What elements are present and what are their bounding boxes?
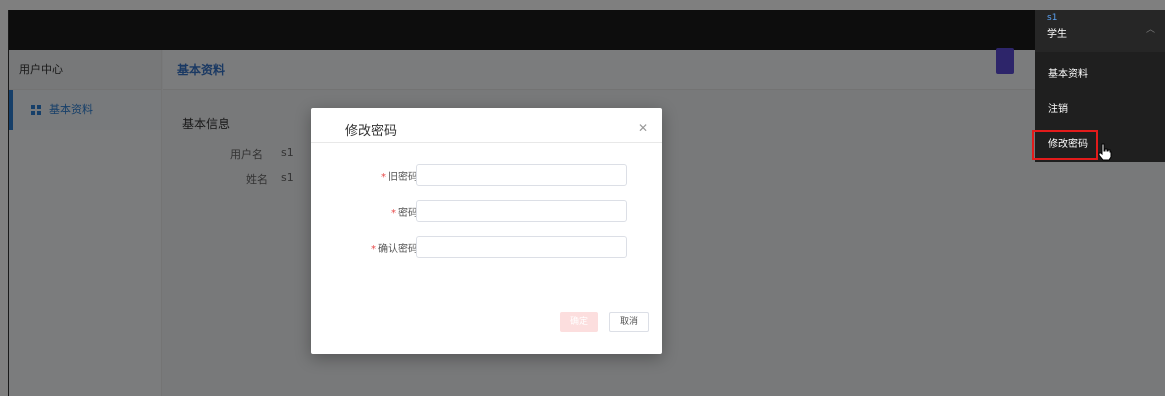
sidebar-item-label: 基本资料 bbox=[49, 103, 93, 116]
menu-item-change-password[interactable]: 修改密码 bbox=[1032, 130, 1098, 160]
old-password-field[interactable] bbox=[416, 164, 627, 186]
chevron-up-icon: ︿ bbox=[1145, 25, 1155, 35]
password-label: * 密码 bbox=[391, 208, 418, 219]
sidebar-heading: 用户中心 bbox=[9, 50, 161, 90]
top-bar bbox=[9, 10, 1165, 50]
user-menu-header[interactable]: s1 学生 ︿ bbox=[1035, 10, 1165, 52]
password-row: * 密码 bbox=[311, 200, 662, 222]
dialog-divider bbox=[311, 142, 662, 143]
name-value: s1 bbox=[281, 171, 294, 184]
old-password-label: * 旧密码 bbox=[381, 172, 418, 183]
confirm-password-field[interactable] bbox=[416, 236, 627, 258]
change-password-dialog: 修改密码 ✕ * 旧密码 * 密码 * 确认密码 确定 取消 bbox=[311, 108, 662, 354]
confirm-password-label: * 确认密码 bbox=[371, 244, 418, 255]
page-title: 基本资料 bbox=[163, 50, 1165, 90]
user-role: 学生 bbox=[1047, 29, 1067, 40]
username-value: s1 bbox=[281, 146, 294, 159]
name-label: 姓名 bbox=[246, 173, 268, 186]
password-field[interactable] bbox=[416, 200, 627, 222]
user-dropdown-menu: s1 学生 ︿ 基本资料 注销 修改密码 bbox=[1032, 10, 1165, 162]
user-id: s1 bbox=[1047, 13, 1058, 23]
menu-item-basic-info[interactable]: 基本资料 bbox=[1035, 60, 1165, 90]
dialog-title: 修改密码 bbox=[345, 124, 398, 139]
old-password-row: * 旧密码 bbox=[311, 164, 662, 186]
action-button[interactable] bbox=[996, 48, 1014, 74]
grid-icon bbox=[31, 105, 41, 115]
confirm-button[interactable]: 确定 bbox=[560, 312, 598, 332]
close-icon[interactable]: ✕ bbox=[638, 121, 648, 135]
cancel-button[interactable]: 取消 bbox=[609, 312, 649, 332]
sidebar-item-basic-info[interactable]: 基本资料 bbox=[9, 90, 161, 130]
menu-item-logout[interactable]: 注销 bbox=[1035, 95, 1165, 125]
username-label: 用户名 bbox=[230, 148, 263, 161]
hand-cursor-icon bbox=[1098, 143, 1112, 161]
confirm-password-row: * 确认密码 bbox=[311, 236, 662, 258]
sidebar: 用户中心 基本资料 bbox=[9, 50, 162, 396]
section-title: 基本信息 bbox=[182, 117, 231, 131]
